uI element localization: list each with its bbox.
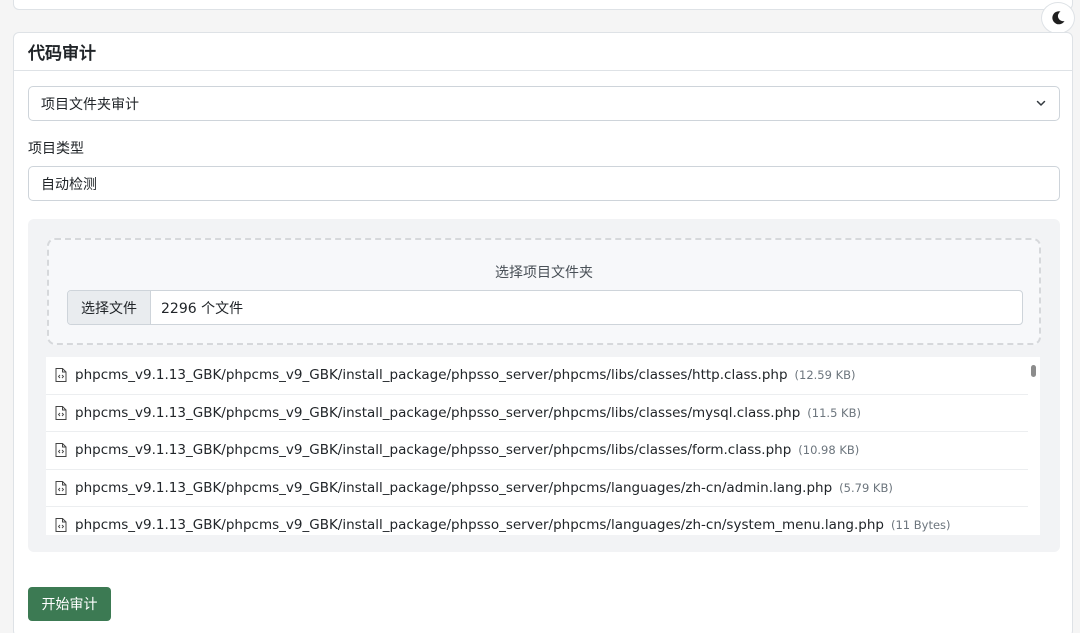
file-list-scrollbar[interactable] [1028,357,1040,535]
file-size: (12.59 KB) [794,368,856,383]
file-size: (11.5 KB) [807,405,861,420]
file-list-item: phpcms_v9.1.13_GBK/phpcms_v9_GBK/install… [46,470,1028,507]
file-path: phpcms_v9.1.13_GBK/phpcms_v9_GBK/install… [75,517,884,534]
file-size: (5.79 KB) [839,480,893,495]
file-size: (11 Bytes) [891,518,951,533]
file-path: phpcms_v9.1.13_GBK/phpcms_v9_GBK/install… [75,442,792,459]
file-list-item: phpcms_v9.1.13_GBK/phpcms_v9_GBK/install… [46,507,1028,535]
card-header: 代码审计 [14,33,1072,71]
chevron-down-icon [1036,100,1046,106]
upload-panel: 选择项目文件夹 选择文件 2296 个文件 phpcms_v9.1.13_GBK… [28,219,1060,552]
file-count-status: 2296 个文件 [161,300,244,317]
audit-mode-select[interactable]: 项目文件夹审计 [28,86,1060,121]
file-list-item: phpcms_v9.1.13_GBK/phpcms_v9_GBK/install… [46,395,1028,432]
file-code-icon [55,443,67,458]
file-list-item: phpcms_v9.1.13_GBK/phpcms_v9_GBK/install… [46,432,1028,470]
start-audit-button[interactable]: 开始审计 [28,587,111,621]
file-picker[interactable]: 选择文件 2296 个文件 [67,290,1023,325]
file-list[interactable]: phpcms_v9.1.13_GBK/phpcms_v9_GBK/install… [46,357,1028,535]
choose-files-button[interactable]: 选择文件 [68,291,151,324]
file-path: phpcms_v9.1.13_GBK/phpcms_v9_GBK/install… [75,404,801,421]
file-path: phpcms_v9.1.13_GBK/phpcms_v9_GBK/install… [75,479,833,496]
folder-dropzone[interactable]: 选择项目文件夹 选择文件 2296 个文件 [47,238,1041,345]
file-list-item: phpcms_v9.1.13_GBK/phpcms_v9_GBK/install… [46,357,1028,395]
file-code-icon [55,405,67,420]
file-path: phpcms_v9.1.13_GBK/phpcms_v9_GBK/install… [75,367,788,384]
dropzone-title: 选择项目文件夹 [495,265,593,281]
file-code-icon [55,518,67,533]
scrollbar-thumb[interactable] [1031,365,1036,377]
file-code-icon [55,480,67,495]
project-type-label: 项目类型 [28,141,84,157]
code-audit-card: 代码审计 项目文件夹审计 项目类型 选择项目文件夹 选择文件 2296 个文件 … [13,32,1073,633]
card-title: 代码审计 [28,44,96,64]
project-type-input[interactable] [28,166,1060,201]
moon-icon [1052,11,1065,25]
theme-toggle-button[interactable] [1041,2,1075,34]
previous-card-edge [13,0,1073,10]
audit-mode-selected-value: 项目文件夹审计 [41,96,139,113]
file-size: (10.98 KB) [798,443,860,458]
file-code-icon [55,368,67,383]
